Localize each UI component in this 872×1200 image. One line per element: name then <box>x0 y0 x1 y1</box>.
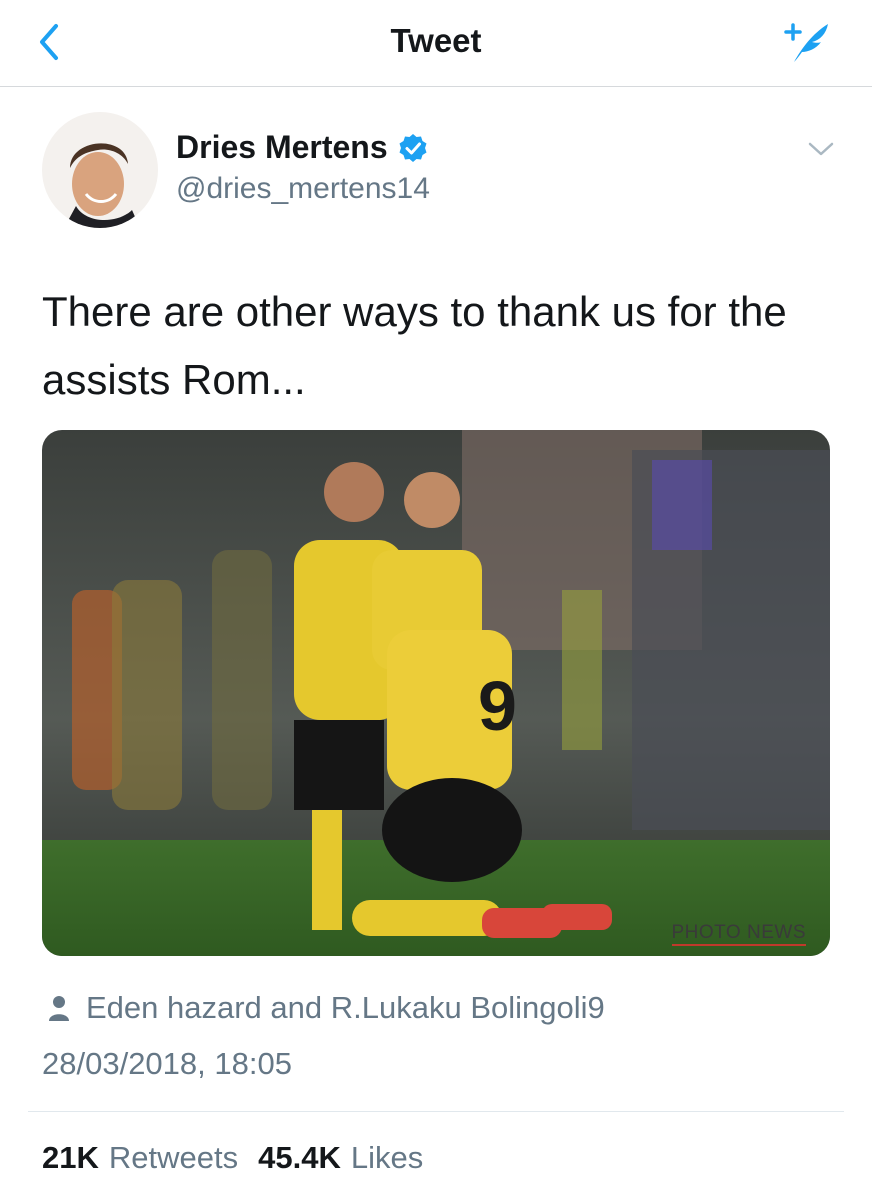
tweet-text: There are other ways to thank us for the… <box>42 288 787 403</box>
author-name-text: Dries Mertens <box>176 129 388 165</box>
author-name[interactable]: Dries Mertens <box>176 129 428 166</box>
likes-stat[interactable]: 45.4K Likes <box>258 1140 423 1176</box>
likes-count: 45.4K <box>258 1140 341 1175</box>
likes-label: Likes <box>350 1140 424 1175</box>
divider <box>28 1111 844 1112</box>
photo-watermark: PHOTO NEWS <box>671 922 806 946</box>
tagged-people-text: Eden hazard and R.Lukaku Bolingoli9 <box>86 990 605 1025</box>
person-icon <box>49 996 69 1021</box>
tagged-people[interactable]: Eden hazard and R.Lukaku Bolingoli9 <box>48 990 605 1026</box>
tweet-stats: 21K Retweets 45.4K Likes <box>42 1140 443 1176</box>
chevron-down-icon <box>808 142 834 156</box>
retweets-stat[interactable]: 21K Retweets <box>42 1140 238 1176</box>
svg-text:9: 9 <box>478 667 517 745</box>
nav-bar: Tweet <box>0 0 872 87</box>
compose-tweet-button[interactable] <box>776 16 836 68</box>
tweet-photo[interactable]: 9 PHOTO NEWS <box>42 430 830 956</box>
page-title: Tweet <box>390 22 482 59</box>
compose-tweet-icon <box>784 23 828 62</box>
avatar[interactable] <box>42 112 158 228</box>
verified-badge-icon <box>399 133 427 162</box>
tweet-timestamp: 28/03/2018, 18:05 <box>42 1046 292 1081</box>
author-handle[interactable]: @dries_mertens14 <box>176 172 430 206</box>
tweet-options-button[interactable] <box>806 138 836 160</box>
retweets-label: Retweets <box>108 1140 239 1175</box>
retweets-count: 21K <box>42 1140 99 1175</box>
